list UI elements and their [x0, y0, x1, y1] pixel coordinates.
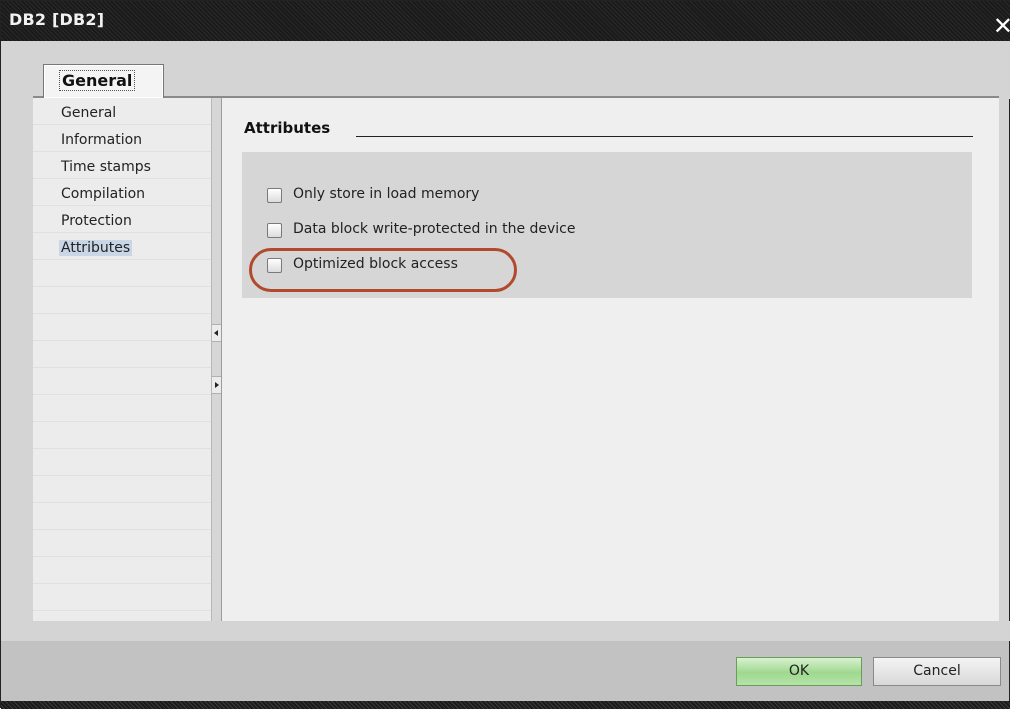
nav-item-attributes[interactable]: Attributes	[59, 240, 133, 256]
nav-row	[33, 368, 211, 395]
nav-row	[33, 287, 211, 314]
section-divider	[356, 136, 973, 137]
nav-row	[33, 314, 211, 341]
nav-item-time-stamps[interactable]: Time stamps	[59, 159, 153, 175]
expand-right-icon[interactable]	[212, 376, 221, 394]
cancel-button[interactable]: Cancel	[873, 657, 1001, 686]
property-nav: General Information Time stamps Compilat…	[33, 98, 211, 621]
section-title-attributes: Attributes	[244, 119, 331, 137]
attributes-panel: Only store in load memory Data block wri…	[242, 152, 972, 298]
nav-item-compilation[interactable]: Compilation	[59, 186, 147, 202]
checkbox-label: Optimized block access	[293, 256, 458, 272]
nav-row	[33, 395, 211, 422]
tab-general-label: General	[59, 70, 136, 91]
title-bar[interactable]: DB2 [DB2] ✕	[1, 1, 1010, 41]
nav-item-protection[interactable]: Protection	[59, 213, 134, 229]
nav-row	[33, 260, 211, 287]
properties-dialog: DB2 [DB2] ✕ General General Information …	[0, 0, 1010, 709]
nav-row	[33, 449, 211, 476]
nav-item-general[interactable]: General	[59, 105, 118, 121]
ok-button[interactable]: OK	[736, 657, 862, 686]
window-title: DB2 [DB2]	[9, 10, 105, 29]
collapse-left-icon[interactable]	[212, 324, 221, 342]
checkbox[interactable]	[267, 188, 282, 203]
checkbox-label: Only store in load memory	[293, 186, 480, 202]
footer-gap	[1, 621, 1010, 641]
nav-row	[33, 422, 211, 449]
nav-row	[33, 584, 211, 611]
checkbox[interactable]	[267, 258, 282, 273]
nav-splitter[interactable]	[211, 98, 222, 621]
checkbox[interactable]	[267, 223, 282, 238]
checkbox-label: Data block write-protected in the device	[293, 221, 576, 237]
nav-row	[33, 476, 211, 503]
close-icon[interactable]: ✕	[993, 14, 1010, 38]
tab-general[interactable]: General	[43, 64, 164, 98]
nav-item-information[interactable]: Information	[59, 132, 144, 148]
nav-row	[33, 530, 211, 557]
nav-row	[33, 557, 211, 584]
nav-row	[33, 341, 211, 368]
nav-row	[33, 503, 211, 530]
content-area: General Information Time stamps Compilat…	[33, 98, 999, 621]
